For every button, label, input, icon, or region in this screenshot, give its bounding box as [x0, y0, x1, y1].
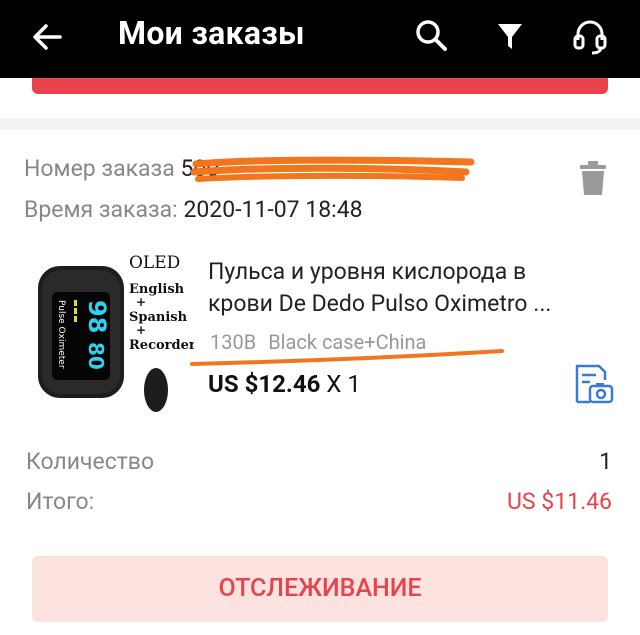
quantity-value: 1 — [599, 448, 612, 475]
product-title[interactable]: Пульса и уровня кислорода в крови De Ded… — [208, 256, 608, 320]
product-price: US $12.46 X 1 — [208, 370, 361, 398]
redaction-scribble — [190, 156, 475, 182]
filter-icon[interactable] — [490, 16, 530, 56]
annotation-underline — [190, 349, 504, 366]
feature-plus-1: + — [136, 295, 146, 309]
feature-plus-2: + — [136, 323, 146, 337]
feature-recorder: Recorder — [129, 338, 194, 353]
order-card: Номер заказа 500 Время заказа: 2020-11-0… — [0, 130, 640, 635]
page-title: Мои заказы — [118, 14, 305, 52]
device-label: Pulse Oximeter — [56, 300, 66, 369]
product-title-line-2: крови De Dedo Pulso Oximetro ... — [208, 290, 552, 317]
price-quantity: X 1 — [326, 370, 361, 398]
screen-reading-2: 80 — [84, 342, 108, 370]
price-value: US $12.46 — [208, 370, 321, 398]
quantity-label: Количество — [26, 448, 155, 475]
back-arrow-icon[interactable] — [30, 20, 64, 54]
order-time-label: Время заказа: — [24, 196, 178, 223]
product-image[interactable]: 98 80 Pulse Oximeter OLED English + Span… — [24, 248, 194, 420]
oled-label: OLED — [129, 253, 180, 273]
total-value: US $11.46 — [507, 488, 612, 515]
track-order-button[interactable]: ОТСЛЕЖИВАНИЕ — [32, 556, 608, 622]
previous-order-action-button[interactable] — [32, 78, 608, 94]
app-bar: Мои заказы — [0, 0, 640, 78]
order-time-value: 2020-11-07 18:48 — [183, 196, 363, 223]
invoice-photo-icon[interactable] — [572, 362, 614, 404]
screen-reading-1: 98 — [83, 300, 111, 333]
order-number-label: Номер заказа — [24, 155, 175, 182]
previous-order-card — [0, 78, 640, 118]
product-title-line-1: Пульса и уровня кислорода в — [208, 258, 527, 285]
order-time-row: Время заказа: 2020-11-07 18:48 — [24, 196, 363, 223]
search-icon[interactable] — [412, 16, 452, 56]
headset-support-icon[interactable] — [570, 16, 610, 56]
total-label: Итого: — [26, 488, 95, 515]
trash-icon[interactable] — [578, 160, 608, 196]
